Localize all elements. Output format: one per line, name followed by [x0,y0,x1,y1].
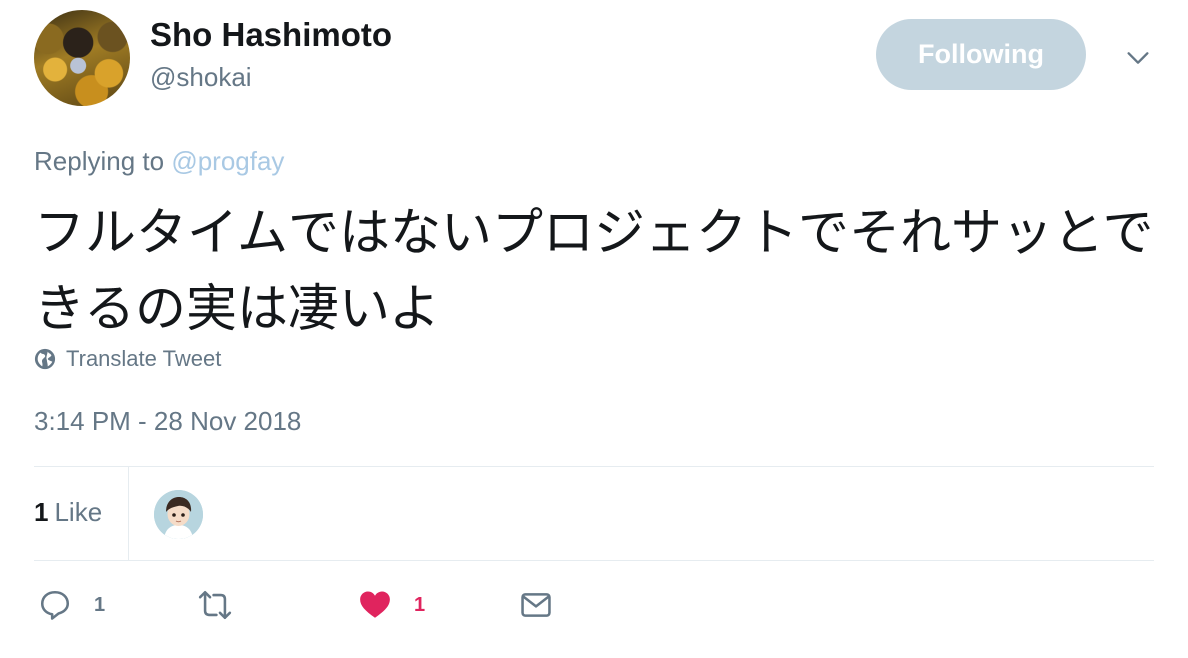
likes-stat-count: 1 [34,497,49,527]
reply-count: 1 [94,593,106,616]
translate-tweet-label: Translate Tweet [66,346,222,371]
stats-divider [128,466,129,560]
reply-action[interactable]: 1 [38,588,105,622]
replying-to-label: Replying to [34,146,165,176]
direct-message-action[interactable] [519,588,553,622]
retweet-icon [198,590,232,620]
envelope-icon [521,593,551,617]
author-handle[interactable]: @shokai [150,62,252,93]
divider [34,560,1154,561]
heart-icon [360,591,390,618]
reply-icon [40,590,70,620]
tweet-timestamp[interactable]: 3:14 PM - 28 Nov 2018 [34,406,301,437]
liker-avatar[interactable] [154,490,203,539]
likes-stat[interactable]: 1 Like [34,497,102,528]
author-avatar[interactable] [34,10,130,106]
following-button[interactable]: Following [876,19,1086,90]
like-count: 1 [414,593,426,616]
author-name[interactable]: Sho Hashimoto [150,16,392,54]
tweet-text: フルタイムではないプロジェクトでそれサッとできるの実は凄いよ [34,204,1154,339]
likes-stat-label: Like [54,497,103,527]
globe-icon [34,348,56,370]
divider [34,466,1154,467]
translate-tweet-link[interactable]: Translate Tweet [34,346,221,372]
reply-mention-link[interactable]: @progfay [171,146,284,176]
replying-to: Replying to @progfay [34,146,284,177]
chevron-down-icon[interactable] [1124,44,1152,72]
like-action[interactable]: 1 [358,588,425,622]
retweet-action[interactable] [198,588,232,622]
